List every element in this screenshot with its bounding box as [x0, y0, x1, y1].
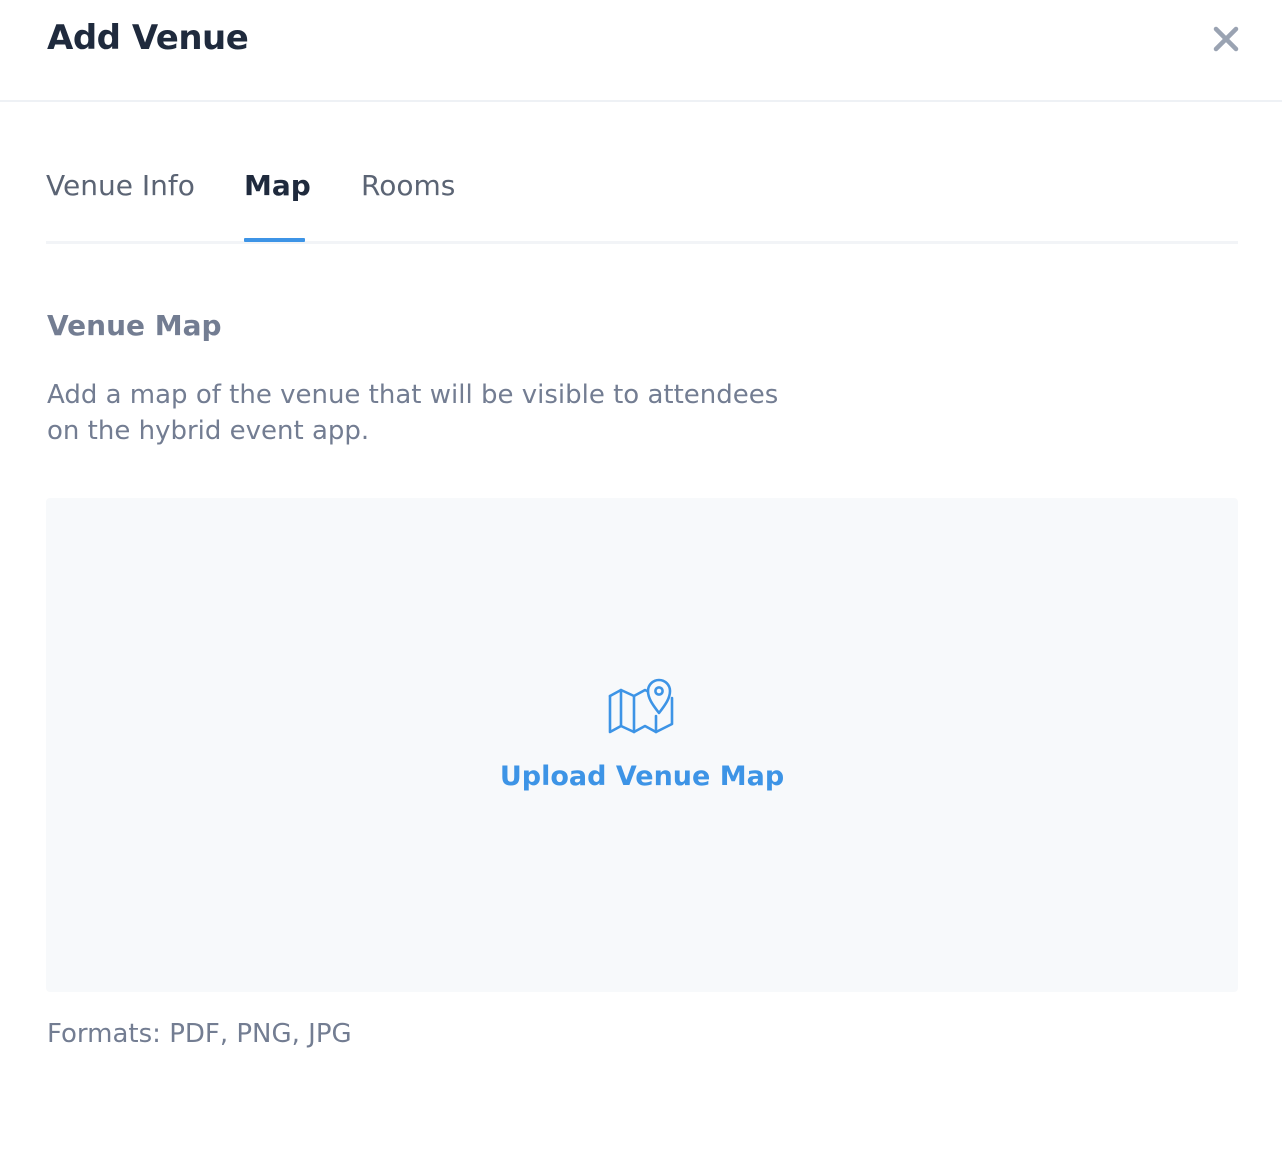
tab-venue-info[interactable]: Venue Info	[46, 166, 195, 206]
modal-title: Add Venue	[47, 18, 249, 58]
tab-bar: Venue Info Map Rooms	[46, 150, 1238, 244]
tab-rooms[interactable]: Rooms	[361, 166, 455, 206]
formats-hint: Formats: PDF, PNG, JPG	[47, 1019, 352, 1049]
active-tab-indicator	[244, 238, 305, 242]
close-icon	[1213, 26, 1239, 52]
upload-dropzone[interactable]: Upload Venue Map	[46, 498, 1238, 992]
add-venue-modal: Add Venue Venue Info Map Rooms Venue Map…	[0, 0, 1282, 1172]
modal-header: Add Venue	[0, 0, 1282, 102]
upload-venue-map-label[interactable]: Upload Venue Map	[46, 758, 1238, 796]
section-title: Venue Map	[47, 309, 222, 342]
close-button[interactable]	[1205, 18, 1247, 60]
tab-map[interactable]: Map	[244, 166, 311, 206]
section-description: Add a map of the venue that will be visi…	[47, 380, 779, 446]
map-pin-icon	[608, 678, 674, 734]
